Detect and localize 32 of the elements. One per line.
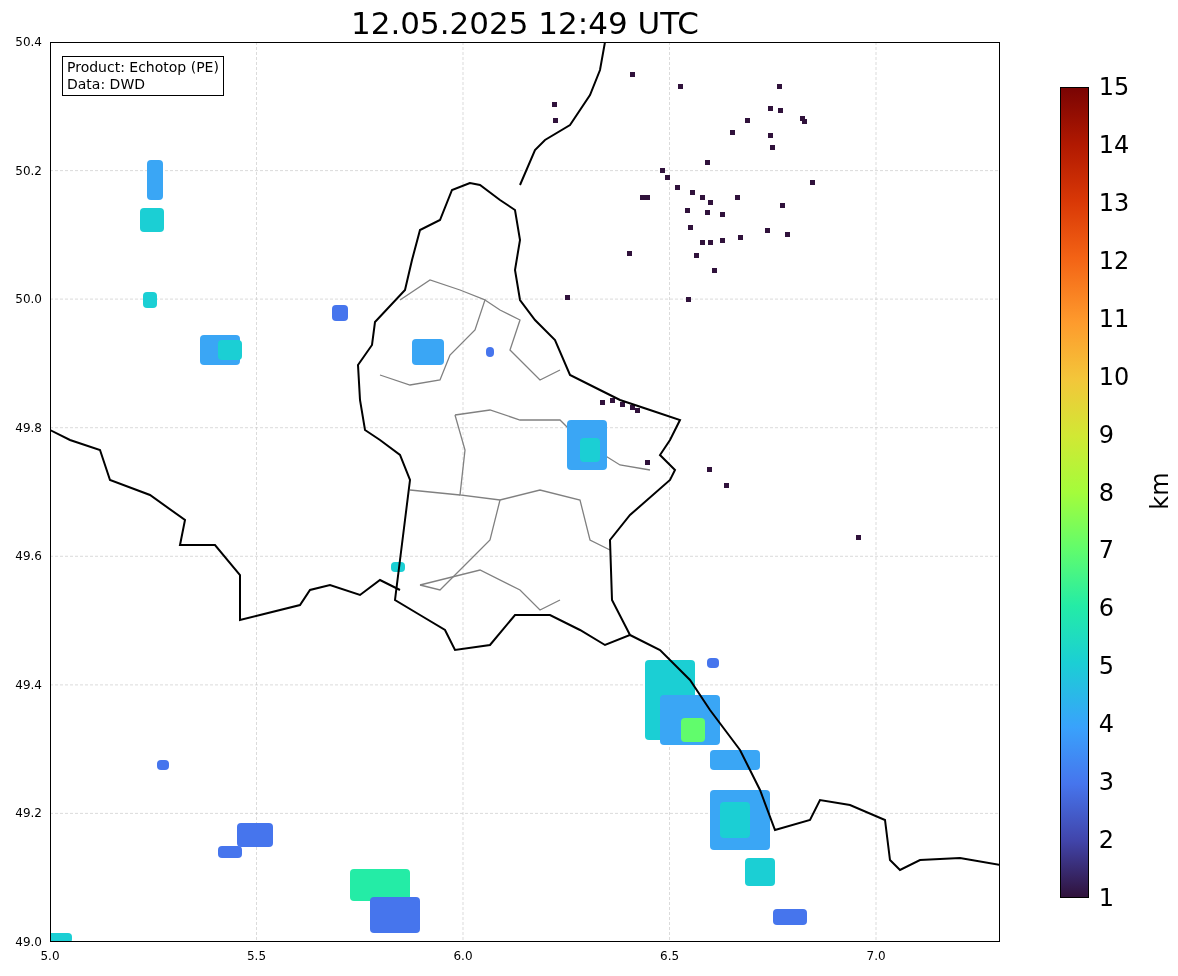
colorbar-tick-label: 9 [1098,422,1114,447]
colorbar-tick-label: 4 [1098,712,1114,737]
y-tick-label: 49.2 [15,806,42,821]
colorbar-tick-label: 12 [1098,248,1130,273]
x-tick-label: 6.0 [453,949,473,963]
colorbar-tick-label: 15 [1098,75,1130,99]
colorbar-label: km [1145,472,1174,510]
y-tick-label: 50.4 [15,35,42,49]
y-tick-label: 50.0 [15,292,42,307]
y-tick-label: 49.0 [15,935,42,949]
x-tick-label: 6.5 [660,949,680,963]
x-tick-label: 7.0 [866,949,886,963]
colorbar-tick-label: 7 [1098,538,1114,563]
colorbar-tick-label: 14 [1098,132,1130,157]
info-text: Product: Echotop (PE) [67,59,219,76]
x-tick-label: 5.5 [246,949,267,963]
colorbar-tick-label: 3 [1098,770,1114,795]
y-tick-label: 49.8 [15,420,42,435]
colorbar-tick-label: 10 [1098,364,1130,389]
colorbar-tick-label: 6 [1098,596,1114,621]
colorbar-tick-label: 5 [1098,654,1114,679]
colorbar-tick-label: 8 [1098,480,1114,505]
y-tick-label: 49.4 [15,677,42,692]
y-tick-label: 49.6 [15,549,42,564]
colorbar-tick-label: 13 [1098,190,1130,215]
chart-title: 12.05.2025 12:49 UTC [350,4,700,42]
colorbar-tick-label: 11 [1098,306,1130,331]
colorbar-tick-label: 2 [1098,828,1114,853]
x-tick-label: 5.0 [40,949,60,963]
y-tick-label: 50.2 [15,163,42,178]
colorbar-tick-label: 1 [1098,886,1114,910]
info-text: Data: DWD [67,76,146,93]
